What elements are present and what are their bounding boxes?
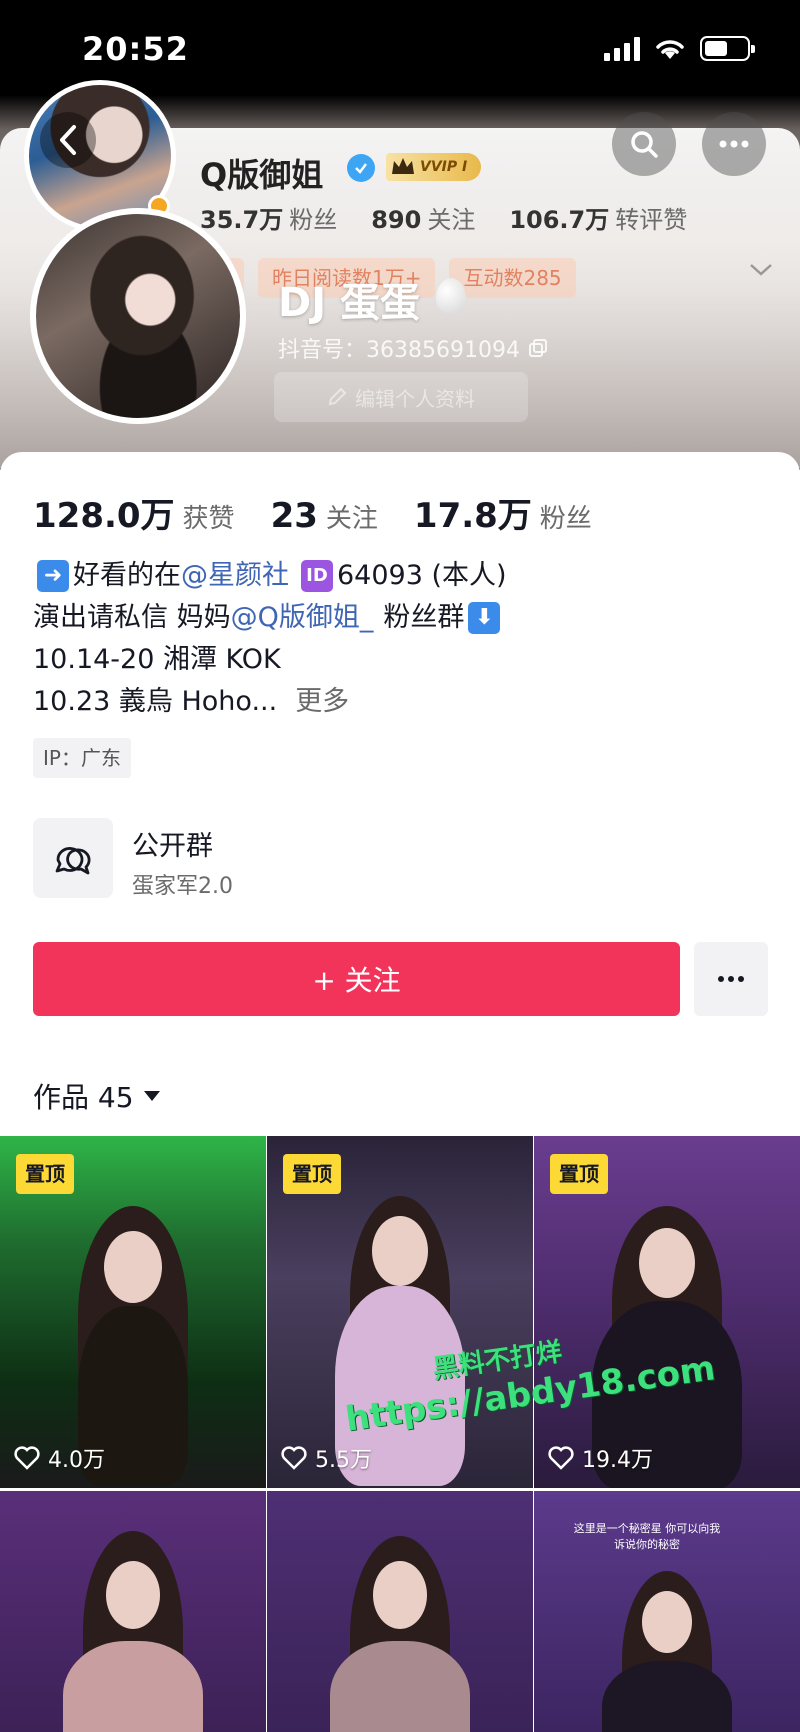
stat-following[interactable]: 23 关注 [271, 496, 378, 536]
pinned-badge: 置顶 [16, 1154, 74, 1194]
video-tile[interactable]: 置顶 4.0万 [0, 1136, 266, 1488]
chevron-left-icon [60, 125, 76, 155]
works-tab-label: 作品 45 [33, 1081, 134, 1114]
mini-stat-fans[interactable]: 35.7万 粉丝 [200, 200, 337, 235]
pencil-icon [328, 387, 347, 406]
copy-icon [528, 339, 547, 357]
pinned-badge: 置顶 [550, 1154, 608, 1194]
douyin-id-text: 抖音号：36385691094 [278, 338, 520, 363]
bio-line-1: ➜ 好看的在 @星颜社 ID 64093 (本人) [33, 555, 507, 597]
group-chat-button[interactable] [33, 818, 113, 898]
ip-location-tag: IP：广东 [33, 738, 131, 778]
status-time: 20:52 [82, 30, 189, 68]
mini-stat-interactions[interactable]: 106.7万 转评赞 [509, 200, 687, 235]
profile-bio: ➜ 好看的在 @星颜社 ID 64093 (本人) 演出请私信 妈妈 @Q版御姐… [33, 555, 507, 723]
egg-icon [436, 278, 466, 314]
mini-profile-name: Q版御姐 [200, 156, 324, 194]
video-tile[interactable]: 置顶 19.4万 [534, 1136, 800, 1488]
video-caption: 这里是一个秘密星 你可以向我诉说你的秘密 [573, 1522, 721, 1551]
heart-icon [548, 1446, 574, 1470]
search-icon [631, 131, 658, 158]
group-title[interactable]: 公开群 [132, 824, 213, 863]
id-icon: ID [301, 560, 333, 592]
more-dots-icon [718, 976, 744, 982]
vvip-badge[interactable]: VVIP I [386, 153, 482, 181]
more-options-button[interactable] [702, 112, 766, 176]
follow-more-button[interactable] [694, 942, 768, 1016]
vvip-label: VVIP I [420, 159, 468, 175]
wifi-icon [656, 39, 684, 59]
stat-likes[interactable]: 128.0万 获赞 [33, 488, 235, 537]
pinned-badge: 置顶 [283, 1154, 341, 1194]
back-button[interactable] [40, 112, 96, 168]
bio-line-3: 10.14-20 湘潭 KOK [33, 644, 281, 675]
caret-down-icon [143, 1091, 160, 1101]
works-tab[interactable]: 作品 45 [33, 1076, 160, 1116]
signal-icon [604, 36, 640, 61]
search-button[interactable] [612, 112, 676, 176]
more-dots-icon [719, 140, 749, 148]
video-likes: 5.5万 [281, 1442, 372, 1474]
bio-link-qbanyujie[interactable]: @Q版御姐_ [231, 597, 374, 639]
arrow-right-icon: ➜ [37, 560, 69, 592]
profile-avatar[interactable] [30, 208, 246, 424]
bio-more-link[interactable]: 更多 [295, 681, 349, 723]
edit-profile-label: 编辑个人资料 [355, 386, 475, 411]
video-grid: 置顶 4.0万 置顶 5.5万 置顶 19.4万 这里是一个秘密星 你可以向我诉… [0, 1136, 800, 1732]
verified-icon [347, 154, 375, 182]
video-likes: 19.4万 [548, 1442, 653, 1474]
heart-icon [281, 1446, 307, 1470]
video-tile[interactable]: 这里是一个秘密星 你可以向我诉说你的秘密 [534, 1491, 800, 1732]
bio-line-2: 演出请私信 妈妈 @Q版御姐_ 粉丝群 ⬇ [33, 597, 507, 639]
mini-stat-following[interactable]: 890 关注 [371, 200, 475, 235]
battery-icon [700, 36, 755, 61]
arrow-down-icon: ⬇ [468, 602, 501, 634]
stat-fans[interactable]: 17.8万 粉丝 [414, 488, 592, 537]
profile-name: DJ 蛋蛋 [278, 280, 421, 326]
heart-icon [14, 1446, 40, 1470]
chevron-down-icon[interactable] [748, 262, 774, 278]
douyin-id[interactable]: 抖音号：36385691094 [278, 332, 548, 364]
group-subtitle: 蛋家军2.0 [132, 874, 233, 899]
mini-stats: 35.7万 粉丝 890 关注 106.7万 转评赞 [200, 200, 687, 235]
crown-icon [392, 158, 414, 174]
bio-line-4: 10.23 義烏 Hoho... 更多 [33, 681, 507, 723]
video-tile[interactable] [0, 1491, 266, 1732]
follow-button[interactable]: + 关注 [33, 942, 680, 1016]
video-tile[interactable]: 置顶 5.5万 [267, 1136, 533, 1488]
chat-bubble-icon [55, 847, 91, 875]
video-likes: 4.0万 [14, 1442, 105, 1474]
status-icons [604, 36, 755, 61]
profile-stats: 128.0万 获赞 23 关注 17.8万 粉丝 [33, 488, 592, 537]
edit-profile-button[interactable]: 编辑个人资料 [274, 372, 528, 422]
bio-link-xingyanshe[interactable]: @星颜社 [181, 555, 289, 597]
video-tile[interactable] [267, 1491, 533, 1732]
pill-interactions: 互动数285 [449, 258, 576, 298]
